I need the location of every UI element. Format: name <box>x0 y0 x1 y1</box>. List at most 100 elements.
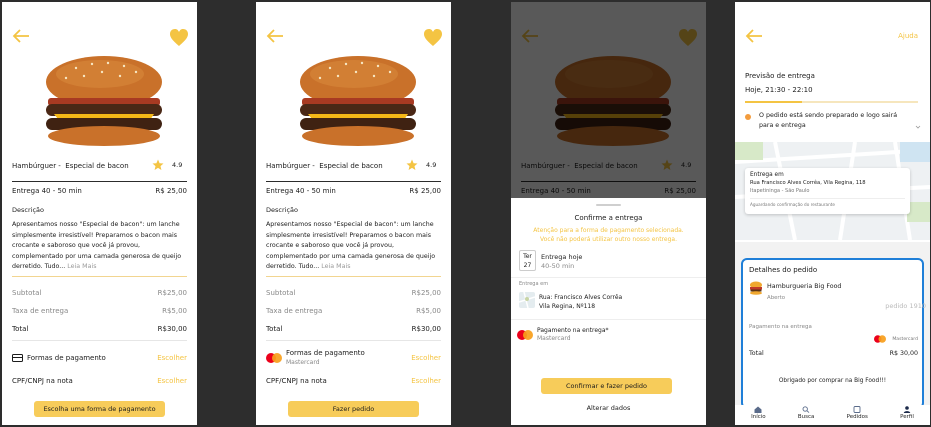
heart-icon[interactable] <box>423 28 443 48</box>
product-price: R$ 25,00 <box>155 187 187 195</box>
subtotal-value: R$25,00 <box>411 289 441 297</box>
chevron-down-icon[interactable] <box>915 124 921 130</box>
divider <box>511 319 706 320</box>
description-text: Apresentamos nosso "Especial de bacon": … <box>12 221 182 270</box>
description: Apresentamos nosso "Especial de bacon": … <box>266 220 442 273</box>
product-screen-1: Hambúrguer - Especial de bacon 4.9 Entre… <box>2 2 197 425</box>
nav-search[interactable]: Busca <box>797 405 815 425</box>
read-more-link[interactable]: Leia Mais <box>67 263 96 270</box>
back-arrow-icon[interactable] <box>266 28 284 44</box>
subtotal-value: R$25,00 <box>157 289 187 297</box>
confirm-order-button[interactable]: Confirmar e fazer pedido <box>541 378 672 394</box>
home-icon <box>754 406 762 413</box>
order-number: pedido 1910 <box>885 302 926 310</box>
product-price: R$ 25,00 <box>409 187 441 195</box>
address-line-2: Vila Regina, Nº118 <box>539 303 596 310</box>
divider <box>266 276 441 277</box>
rating-value: 4.9 <box>172 161 183 169</box>
place-order-button[interactable]: Fazer pedido <box>288 401 419 417</box>
product-title-name: Especial de bacon <box>65 162 129 170</box>
day-number: 27 <box>523 262 532 269</box>
sheet-handle[interactable] <box>596 204 621 206</box>
product-title-prefix: Hambúrguer - <box>12 162 61 170</box>
payment-summary: Pagamento na entrega* Mastercard <box>517 327 609 343</box>
divider <box>12 181 187 182</box>
total-label: Total <box>749 350 764 357</box>
total-label: Total <box>12 325 29 333</box>
delivery-time: Entrega 40 - 50 min <box>266 187 336 195</box>
nav-search-label: Busca <box>797 414 815 420</box>
profile-icon <box>903 406 911 413</box>
map-city: Itapetininga - São Paulo <box>750 188 810 194</box>
nav-profile[interactable]: Perfil <box>900 405 914 425</box>
details-title: Detalhes do pedido <box>749 266 818 274</box>
address-line-1: Rua: Francisco Alves Corrêa <box>539 294 623 301</box>
fee-row: Taxa de entrega R$5,00 <box>266 307 441 315</box>
dim-overlay[interactable] <box>511 2 706 198</box>
orders-icon <box>853 406 861 413</box>
pay-method-row: Mastercard <box>872 334 918 344</box>
status-dot <box>745 114 751 120</box>
description-header: Descrição <box>266 206 298 214</box>
pay-label: Pagamento na entrega <box>749 324 812 330</box>
payment-row[interactable]: Formas de pagamento Escolher <box>12 354 187 362</box>
description-header: Descrição <box>12 206 44 214</box>
subtotal-label: Subtotal <box>12 289 42 297</box>
confirm-title: Confirme a entrega <box>574 214 643 222</box>
cpf-label: CPF/CNPJ na nota <box>266 377 327 385</box>
choose-payment-link[interactable]: Escolher <box>157 354 187 362</box>
back-arrow-icon[interactable] <box>745 28 763 44</box>
delivery-row: Entrega 40 - 50 min R$ 25,00 <box>12 187 187 195</box>
map-thumbnail-icon <box>519 292 535 308</box>
nav-orders[interactable]: Pedidos <box>847 405 868 425</box>
read-more-link[interactable]: Leia Mais <box>321 263 350 270</box>
product-title-prefix: Hambúrguer - <box>266 162 315 170</box>
delivery-row: Entrega 40 - 50 min R$ 25,00 <box>266 187 441 195</box>
cpf-row[interactable]: CPF/CNPJ na nota Escolher <box>12 377 187 385</box>
search-icon <box>802 406 810 413</box>
map-address: Rua Francisco Alves Corrêa, Vila Regina,… <box>750 180 866 186</box>
cpf-row[interactable]: CPF/CNPJ na nota Escolher <box>266 377 441 385</box>
map-header: Entrega em <box>750 172 784 178</box>
mastercard-icon <box>874 335 887 343</box>
nav-orders-label: Pedidos <box>846 414 868 420</box>
star-icon <box>152 159 164 170</box>
fee-label: Taxa de entrega <box>266 307 323 315</box>
open-status: Aberto <box>767 295 786 301</box>
payment-label: Formas de pagamento <box>286 349 365 357</box>
order-details-panel: Detalhes do pedido Hamburgueria Big Food… <box>741 258 926 409</box>
thanks-message: Obrigado por comprar na Big Food!!! <box>778 378 887 384</box>
bottom-nav: Início Busca Pedidos Perfil <box>735 405 930 425</box>
fee-value: R$5,00 <box>162 307 187 315</box>
divider <box>511 277 706 278</box>
subtotal-row: Subtotal R$25,00 <box>12 289 187 297</box>
confirm-warning: Atenção para a forma de pagamento seleci… <box>511 226 706 244</box>
divider <box>12 276 187 277</box>
restaurant-logo-icon <box>750 281 762 295</box>
choose-cpf-link[interactable]: Escolher <box>157 377 187 385</box>
choose-payment-button[interactable]: Escolha uma forma de pagamento <box>34 401 165 417</box>
total-row: Total R$30,00 <box>12 325 187 333</box>
payment-row[interactable]: Formas de pagamento Mastercard Escolher <box>266 349 441 367</box>
mastercard-icon <box>517 330 533 340</box>
fee-label: Taxa de entrega <box>12 307 69 315</box>
divider <box>750 198 905 199</box>
delivery-today: Entrega hoje <box>541 253 583 261</box>
divider <box>266 340 441 341</box>
product-title-name: Especial de bacon <box>319 162 383 170</box>
help-link[interactable]: Ajuda <box>898 32 918 40</box>
choose-payment-link[interactable]: Escolher <box>411 354 441 362</box>
nav-home[interactable]: Início <box>751 405 766 425</box>
choose-cpf-link[interactable]: Escolher <box>411 377 441 385</box>
total-value: R$30,00 <box>411 325 441 333</box>
delivery-time: Entrega 40 - 50 min <box>12 187 82 195</box>
progress-fill <box>745 101 803 103</box>
cpf-label: CPF/CNPJ na nota <box>12 377 73 385</box>
change-data-link[interactable]: Alterar dados <box>511 404 706 412</box>
back-arrow-icon[interactable] <box>12 28 30 44</box>
total-value: R$ 30,00 <box>889 350 918 357</box>
total-row: Total R$ 30,00 <box>749 350 918 357</box>
heart-icon[interactable] <box>169 28 189 48</box>
warning-line-2: Você não poderá utilizar outro nosso ent… <box>540 236 677 243</box>
pay-method: Mastercard <box>892 336 918 342</box>
